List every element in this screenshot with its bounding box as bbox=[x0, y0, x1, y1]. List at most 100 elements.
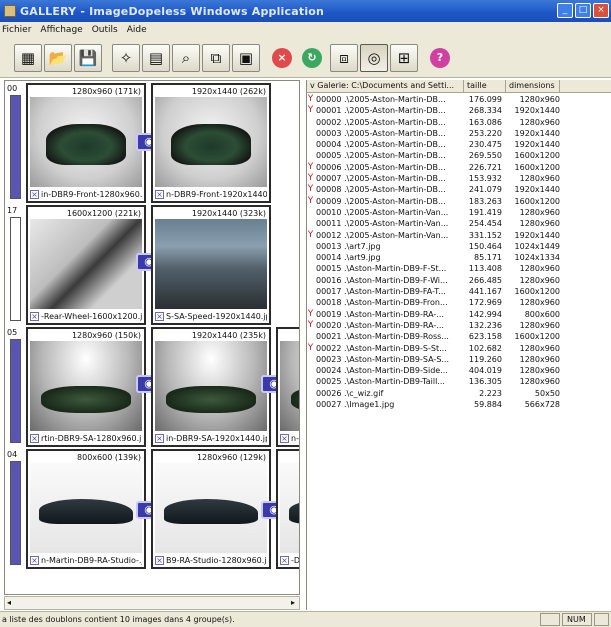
table-row[interactable]: Y 00000 .\2005-Aston-Martin-DB... 176.099 12… bbox=[307, 94, 611, 105]
table-row[interactable]: 00010 .\2005-Aston-Martin-Van... 191.419 12… bbox=[307, 207, 611, 218]
delete-checkbox[interactable]: × bbox=[155, 189, 164, 199]
stop-icon[interactable]: × bbox=[268, 44, 296, 72]
duplicate-check-icon[interactable]: Y bbox=[307, 173, 314, 184]
thumbnail[interactable]: 1280x960 (150k) × rtin-DBR9-SA-1280x960.j… bbox=[26, 327, 146, 447]
table-row[interactable]: 00002 .\2005-Aston-Martin-DB... 163.086 128… bbox=[307, 117, 611, 128]
thumbnail[interactable]: 800x600 (139k) × n-Martin-DB9-RA-Studio-.… bbox=[26, 449, 146, 569]
table-row[interactable]: Y 00006 .\2005-Aston-Martin-DB... 226.721 16… bbox=[307, 162, 611, 173]
duplicate-check-icon[interactable] bbox=[307, 128, 314, 139]
close-button[interactable]: × bbox=[593, 3, 609, 18]
column-header-dimensions[interactable]: dimensions bbox=[506, 80, 560, 93]
table-row[interactable]: 00017 .\Aston-Martin-DB9-FA-T... 441.167 16… bbox=[307, 286, 611, 297]
duplicate-check-icon[interactable]: Y bbox=[307, 94, 314, 105]
group-marker[interactable] bbox=[10, 217, 21, 321]
save-disk-icon[interactable]: 💾 bbox=[74, 44, 102, 72]
table-row[interactable]: 00004 .\2005-Aston-Martin-DB... 230.475 192… bbox=[307, 139, 611, 150]
table-row[interactable]: 00025 .\Aston-Martin-DB9-Taill... 136.305 1… bbox=[307, 376, 611, 387]
duplicate-check-icon[interactable] bbox=[307, 150, 314, 161]
table-row[interactable]: Y 00001 .\2005-Aston-Martin-DB... 268.334 19… bbox=[307, 105, 611, 116]
duplicate-check-icon[interactable] bbox=[307, 275, 314, 286]
thumbnail[interactable]: 1280x960 (129k) × B9-RA-Studio-1280x960.j… bbox=[151, 449, 271, 569]
slideshow-icon[interactable]: ▣ bbox=[232, 44, 260, 72]
delete-checkbox[interactable]: × bbox=[30, 189, 39, 199]
table-row[interactable]: Y 00012 .\2005-Aston-Martin-Van... 331.152 1… bbox=[307, 230, 611, 241]
table-row[interactable]: Y 00007 .\2005-Aston-Martin-DB... 153.932 12… bbox=[307, 173, 611, 184]
find-icon[interactable]: ⌕ bbox=[172, 44, 200, 72]
minimize-button[interactable]: _ bbox=[557, 3, 573, 18]
table-row[interactable]: 00015 .\Aston-Martin-DB9-F-St... 113.408 12… bbox=[307, 263, 611, 274]
group-marker[interactable] bbox=[10, 461, 21, 565]
duplicate-check-icon[interactable]: Y bbox=[307, 162, 314, 173]
duplicate-check-icon[interactable] bbox=[307, 365, 314, 376]
view-mark-icon[interactable]: ⊞ bbox=[390, 44, 418, 72]
delete-checkbox[interactable]: × bbox=[280, 555, 289, 565]
wand-icon[interactable]: ✧ bbox=[112, 44, 140, 72]
table-row[interactable]: Y 00022 .\Aston-Martin-DB9-S-St... 102.682 1… bbox=[307, 343, 611, 354]
delete-checkbox[interactable]: × bbox=[30, 433, 39, 443]
duplicate-check-icon[interactable] bbox=[307, 241, 314, 252]
thumbnail[interactable]: ×n-DI bbox=[276, 327, 299, 447]
duplicate-check-icon[interactable]: Y bbox=[307, 105, 314, 116]
duplicate-check-icon[interactable] bbox=[307, 286, 314, 297]
table-row[interactable]: Y 00009 .\2005-Aston-Martin-DB... 183.263 16… bbox=[307, 196, 611, 207]
view-glasses-icon[interactable]: ◎ bbox=[360, 44, 388, 72]
thumbnail[interactable]: ×-DB bbox=[276, 449, 299, 569]
thumbnail[interactable]: 1920x1440 (323k) × S-SA-Speed-1920x1440.j… bbox=[151, 205, 271, 325]
duplicate-check-icon[interactable] bbox=[307, 263, 314, 274]
delete-checkbox[interactable]: × bbox=[30, 555, 39, 565]
table-row[interactable]: 00003 .\2005-Aston-Martin-DB... 253.220 192… bbox=[307, 128, 611, 139]
compare-icon[interactable]: ⧉ bbox=[202, 44, 230, 72]
menu-outils[interactable]: Outils bbox=[92, 25, 118, 35]
duplicate-check-icon[interactable] bbox=[307, 207, 314, 218]
duplicate-check-icon[interactable] bbox=[307, 252, 314, 263]
horizontal-scrollbar[interactable]: ◂ ▸ bbox=[4, 596, 300, 610]
delete-checkbox[interactable]: × bbox=[280, 433, 289, 443]
maximize-button[interactable]: □ bbox=[575, 3, 591, 18]
menu-aide[interactable]: Aide bbox=[127, 25, 147, 35]
table-row[interactable]: 00018 .\Aston-Martin-DB9-Fron... 172.969 12… bbox=[307, 297, 611, 308]
table-row[interactable]: 00016 .\Aston-Martin-DB9-F-Wi... 266.485 12… bbox=[307, 275, 611, 286]
image-list-icon[interactable]: ▤ bbox=[142, 44, 170, 72]
table-row[interactable]: 00005 .\2005-Aston-Martin-DB... 269.550 160… bbox=[307, 150, 611, 161]
table-row[interactable]: 00027 .\Image1.jpg 59.884 566x728 bbox=[307, 399, 611, 410]
table-row[interactable]: Y 00020 .\Aston-Martin-DB9-RA-... 132.236 12… bbox=[307, 320, 611, 331]
table-row[interactable]: 00026 .\c_wiz.gif 2.223 50x50 bbox=[307, 388, 611, 399]
delete-checkbox[interactable]: × bbox=[155, 311, 164, 321]
thumbnail[interactable]: 1280x960 (171k) ×in-DBR9-Front-1280x960.… bbox=[26, 83, 146, 203]
table-row[interactable]: Y 00008 .\2005-Aston-Martin-DB... 241.079 19… bbox=[307, 184, 611, 195]
duplicate-check-icon[interactable]: Y bbox=[307, 320, 314, 331]
delete-checkbox[interactable]: × bbox=[155, 433, 164, 443]
table-row[interactable]: Y 00019 .\Aston-Martin-DB9-RA-... 142.994 80… bbox=[307, 309, 611, 320]
delete-checkbox[interactable]: × bbox=[30, 311, 39, 321]
column-header-size[interactable]: taille bbox=[464, 80, 506, 93]
new-icon[interactable]: ▦ bbox=[14, 44, 42, 72]
duplicate-check-icon[interactable] bbox=[307, 117, 314, 128]
table-row[interactable]: 00014 .\art9.jpg 85.171 1024x1334 bbox=[307, 252, 611, 263]
menu-fichier[interactable]: Fichier bbox=[2, 25, 31, 35]
duplicate-check-icon[interactable] bbox=[307, 331, 314, 342]
duplicate-check-icon[interactable] bbox=[307, 139, 314, 150]
thumbnail[interactable]: 1920x1440 (262k) × n-DBR9-Front-1920x1440… bbox=[151, 83, 271, 203]
table-row[interactable]: 00021 .\Aston-Martin-DB9-Ross... 623.158 16… bbox=[307, 331, 611, 342]
table-row[interactable]: 00024 .\Aston-Martin-DB9-Side... 404.019 12… bbox=[307, 365, 611, 376]
refresh-icon[interactable]: ↻ bbox=[298, 44, 326, 72]
duplicate-check-icon[interactable]: Y bbox=[307, 343, 314, 354]
table-row[interactable]: 00013 .\art7.jpg 150.464 1024x1449 bbox=[307, 241, 611, 252]
menu-affichage[interactable]: Affichage bbox=[40, 25, 82, 35]
view-pair-icon[interactable]: ⧈ bbox=[330, 44, 358, 72]
duplicates-pane[interactable]: 00 1280x960 (171k) × in-DBR9-Front-1280x9… bbox=[4, 80, 300, 595]
help-icon[interactable]: ? bbox=[426, 44, 454, 72]
delete-checkbox[interactable]: × bbox=[155, 555, 164, 565]
duplicate-check-icon[interactable]: Y bbox=[307, 196, 314, 207]
duplicate-check-icon[interactable] bbox=[307, 218, 314, 229]
duplicate-check-icon[interactable] bbox=[307, 297, 314, 308]
group-marker[interactable] bbox=[10, 339, 21, 443]
thumbnail[interactable]: 1920x1440 (235k) × in-DBR9-SA-1920x1440.j… bbox=[151, 327, 271, 447]
duplicate-check-icon[interactable] bbox=[307, 376, 314, 387]
duplicate-check-icon[interactable]: Y bbox=[307, 309, 314, 320]
thumbnail[interactable]: 1600x1200 (221k) × -Rear-Wheel-1600x1200.… bbox=[26, 205, 146, 325]
duplicate-check-icon[interactable]: Y bbox=[307, 230, 314, 241]
duplicate-check-icon[interactable] bbox=[307, 354, 314, 365]
file-list-pane[interactable]: v Galerie: C:\Documents and Setti... tai… bbox=[306, 80, 611, 610]
scroll-left-icon[interactable]: ◂ bbox=[7, 598, 11, 607]
